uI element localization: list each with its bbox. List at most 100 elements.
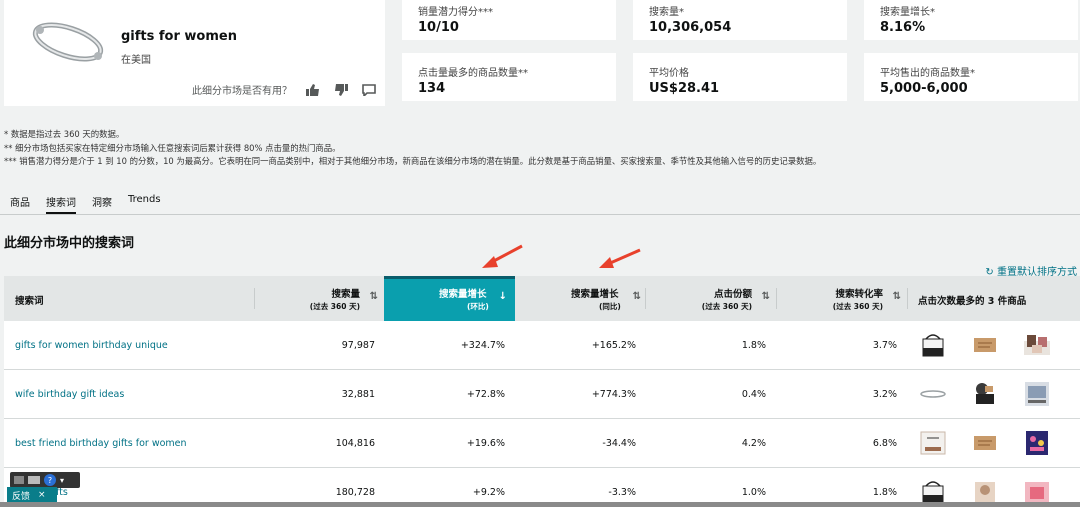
sort-icon[interactable]: ⇅ xyxy=(633,291,641,302)
chevron-down-icon[interactable]: ▾ xyxy=(60,476,64,485)
product-card: gifts for women 在美国 此细分市场是否有用？ xyxy=(4,0,385,106)
col-conversion[interactable]: 搜索转化率 (过去 360 天) ⇅ xyxy=(777,276,907,321)
metric-average-price: 平均价格 US$28.41 xyxy=(633,53,847,101)
product-thumbnail[interactable] xyxy=(918,429,948,457)
keyword-link[interactable]: fts xyxy=(56,487,68,498)
tab-trends[interactable]: Trends xyxy=(128,194,161,205)
comment-icon[interactable] xyxy=(362,83,376,96)
tab-search-terms[interactable]: 搜索词 xyxy=(46,194,76,214)
search-volume-cell: 32,881 xyxy=(341,389,375,400)
search-volume-cell: 104,816 xyxy=(335,438,375,449)
growth-qoq-cell: +9.2% xyxy=(472,487,505,498)
annotation-arrow-1 xyxy=(482,244,523,268)
col-sublabel: (过去 360 天) xyxy=(832,302,883,311)
keyword-link[interactable]: gifts for women birthday unique xyxy=(15,340,168,351)
col-label: 点击份额 xyxy=(713,289,752,300)
metric-label: 搜索量增长* xyxy=(880,7,935,18)
niche-title: gifts for women xyxy=(121,29,237,44)
col-sublabel: (同比) xyxy=(599,302,621,311)
sort-icon[interactable]: ⇅ xyxy=(893,291,901,302)
sort-down-icon[interactable]: ↓ xyxy=(499,291,507,302)
close-icon[interactable]: × xyxy=(38,490,46,500)
product-thumbnail[interactable] xyxy=(918,380,948,408)
metric-label: 平均价格 xyxy=(649,68,689,79)
thumbs-up-icon[interactable] xyxy=(306,83,320,96)
section-title: 此细分市场中的搜索词 xyxy=(4,236,135,251)
growth-yoy-cell: +165.2% xyxy=(591,340,636,351)
footnotes: * 数据是指过去 360 天的数据。 ** 细分市场包括买家在特定细分市场输入任… xyxy=(4,128,821,169)
conversion-cell: 1.8% xyxy=(872,487,897,498)
metric-value: 10/10 xyxy=(418,20,459,35)
search-volume-cell: 180,728 xyxy=(335,487,375,498)
thumbs-down-icon[interactable] xyxy=(334,83,348,96)
col-label: 搜索量增长 xyxy=(571,289,619,300)
sort-icon[interactable]: ⇅ xyxy=(762,291,770,302)
keyword-link[interactable]: best friend birthday gifts for women xyxy=(15,438,187,449)
col-label: 搜索转化率 xyxy=(835,289,883,300)
feedback-button[interactable]: 反馈 × xyxy=(7,487,57,503)
col-label: 点击次数最多的 3 件商品 xyxy=(918,296,1027,307)
bracelet-image xyxy=(32,22,104,62)
grid-icon[interactable] xyxy=(14,476,24,484)
tab-products[interactable]: 商品 xyxy=(10,194,30,209)
footnote: ** 细分市场包括买家在特定细分市场输入任意搜索词后累计获得 80% 点击量的热… xyxy=(4,142,341,153)
col-keyword-label: 搜索词 xyxy=(15,296,44,307)
col-label: 搜索量增长 xyxy=(439,289,487,300)
col-growth-qoq[interactable]: 搜索量增长 (环比) ↓ xyxy=(384,276,515,321)
metric-label: 点击量最多的商品数量** xyxy=(418,68,528,79)
product-thumbnail[interactable] xyxy=(970,331,1000,359)
table-row: gifts for women birthday unique 97,987 +… xyxy=(4,321,1080,370)
metric-label: 平均售出的商品数量* xyxy=(880,68,975,79)
click-share-cell: 1.8% xyxy=(741,340,766,351)
col-top-products: 点击次数最多的 3 件商品 xyxy=(908,276,1080,321)
keyword-link[interactable]: wife birthday gift ideas xyxy=(15,389,124,400)
metric-sales-potential: 销量潜力得分*** 10/10 xyxy=(402,0,616,40)
usefulness-feedback: 此细分市场是否有用？ xyxy=(192,82,376,97)
product-thumbnail[interactable] xyxy=(1022,380,1052,408)
product-thumbnail[interactable] xyxy=(1022,429,1052,457)
metric-avg-units-sold: 平均售出的商品数量* 5,000-6,000 xyxy=(864,53,1078,101)
col-sublabel: (过去 360 天) xyxy=(309,302,360,311)
product-thumbnail[interactable] xyxy=(970,429,1000,457)
click-share-cell: 4.2% xyxy=(741,438,766,449)
tab-insights[interactable]: 洞察 xyxy=(92,194,112,209)
metric-value: 5,000-6,000 xyxy=(880,81,968,96)
bottom-scrollbar[interactable] xyxy=(0,502,1080,507)
sort-icon[interactable]: ⇅ xyxy=(370,291,378,302)
table-header: 搜索词 搜索量 (过去 360 天) ⇅ 搜索量增长 (环比) ↓ 搜索量增长 … xyxy=(4,276,1080,321)
tab-bar: 商品 搜索词 洞察 Trends xyxy=(0,192,1080,215)
footnote: * 数据是指过去 360 天的数据。 xyxy=(4,129,125,139)
conversion-cell: 6.8% xyxy=(872,438,897,449)
click-share-cell: 0.4% xyxy=(741,389,766,400)
growth-yoy-cell: -3.3% xyxy=(608,487,636,498)
help-icon[interactable]: ? xyxy=(44,474,56,486)
growth-yoy-cell: -34.4% xyxy=(602,438,636,449)
metric-search-volume: 搜索量* 10,306,054 xyxy=(633,0,847,40)
col-click-share[interactable]: 点击份额 (过去 360 天) ⇅ xyxy=(646,276,776,321)
annotation-arrow-2 xyxy=(599,248,641,268)
product-thumbnail[interactable] xyxy=(970,380,1000,408)
metric-search-growth: 搜索量增长* 8.16% xyxy=(864,0,1078,40)
footnote: *** 销售潜力得分是介于 1 到 10 的分数，10 为最高分。它表明在同一商… xyxy=(4,156,822,166)
conversion-cell: 3.7% xyxy=(872,340,897,351)
useful-prompt: 此细分市场是否有用？ xyxy=(192,86,292,97)
growth-qoq-cell: +324.7% xyxy=(460,340,505,351)
product-thumbnail[interactable] xyxy=(1022,331,1052,359)
metric-label: 销量潜力得分*** xyxy=(418,7,493,18)
growth-qoq-cell: +72.8% xyxy=(466,389,505,400)
col-sublabel: (过去 360 天) xyxy=(701,302,752,311)
metric-value: US$28.41 xyxy=(649,81,720,96)
search-volume-cell: 97,987 xyxy=(341,340,375,351)
growth-yoy-cell: +774.3% xyxy=(591,389,636,400)
col-search-volume[interactable]: 搜索量 (过去 360 天) ⇅ xyxy=(255,276,384,321)
table-row: wife birthday gift ideas 32,881 +72.8% +… xyxy=(4,370,1080,419)
col-growth-yoy[interactable]: 搜索量增长 (同比) ⇅ xyxy=(515,276,645,321)
niche-region: 在美国 xyxy=(121,55,151,66)
metric-label: 搜索量* xyxy=(649,7,684,18)
product-thumbnail[interactable] xyxy=(918,331,948,359)
col-keyword: 搜索词 xyxy=(4,276,254,321)
conversion-cell: 3.2% xyxy=(872,389,897,400)
keyboard-icon[interactable] xyxy=(28,476,40,484)
col-sublabel: (环比) xyxy=(467,302,489,311)
metric-value: 8.16% xyxy=(880,20,926,35)
